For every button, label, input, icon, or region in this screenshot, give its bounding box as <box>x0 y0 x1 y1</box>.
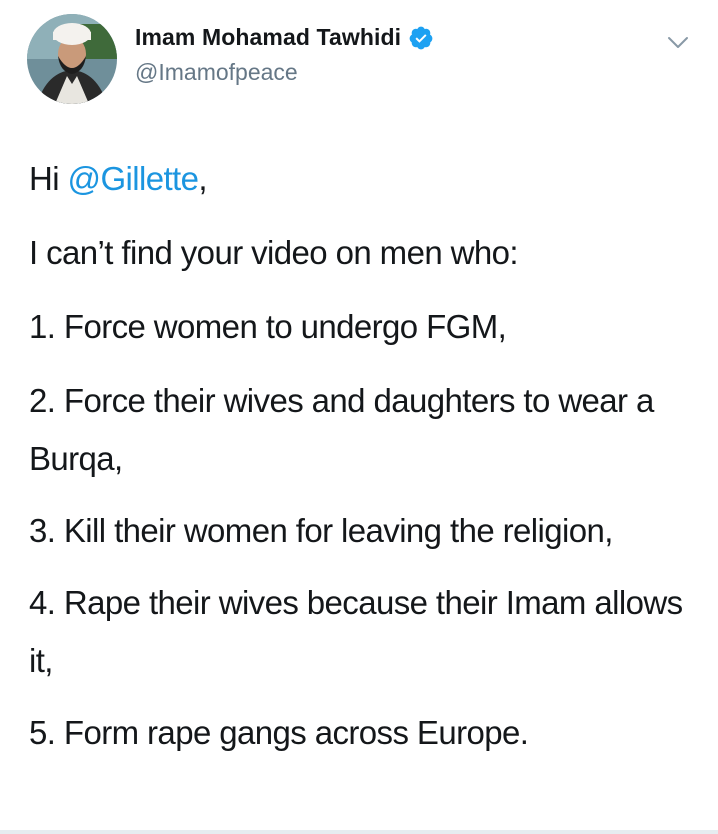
greeting-prefix: Hi <box>29 160 68 197</box>
tweet-card: Imam Mohamad Tawhidi @Imamofpeace Hi @Gi… <box>0 0 718 834</box>
divider <box>0 830 718 834</box>
tweet-list-item: 4. Rape their wives because their Imam a… <box>29 584 683 679</box>
profile-photo-icon <box>27 14 117 104</box>
greeting-suffix: , <box>198 160 207 197</box>
verified-badge-icon <box>408 25 434 51</box>
author-name-row: Imam Mohamad Tawhidi <box>135 24 434 51</box>
author-avatar[interactable] <box>27 14 117 104</box>
author-display-name[interactable]: Imam Mohamad Tawhidi <box>135 24 401 51</box>
tweet-greeting: Hi @Gillette, <box>29 150 699 208</box>
author-handle[interactable]: @Imamofpeace <box>135 59 298 86</box>
tweet-intro: I can’t find your video on men who: <box>29 234 519 271</box>
tweet-list-item: 5. Form rape gangs across Europe. <box>29 714 529 751</box>
tweet-list-item: 1. Force women to undergo FGM, <box>29 308 507 345</box>
chevron-down-icon[interactable] <box>667 36 689 50</box>
mention-link-gillette[interactable]: @Gillette <box>68 160 199 197</box>
tweet-text: Hi @Gillette, I can’t find your video on… <box>29 150 699 762</box>
tweet-list-item: 3. Kill their women for leaving the reli… <box>29 512 613 549</box>
tweet-list-item: 2. Force their wives and daughters to we… <box>29 382 654 477</box>
